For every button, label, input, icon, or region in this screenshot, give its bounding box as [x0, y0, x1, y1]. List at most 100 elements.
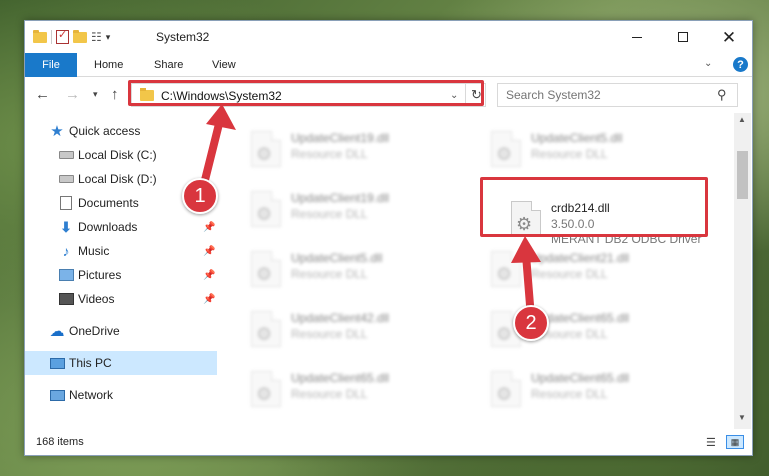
- sidebar-item-this-pc[interactable]: This PC: [25, 351, 217, 375]
- pin-icon[interactable]: 📌: [203, 294, 215, 305]
- file-name: UpdateClient5.dll: [531, 131, 623, 145]
- forward-arrow-icon[interactable]: →: [65, 86, 80, 103]
- recent-locations-chevron-icon[interactable]: ▾: [93, 89, 98, 100]
- sidebar-item-onedrive[interactable]: ☁ OneDrive: [25, 319, 217, 343]
- dll-file-icon: ⚙: [251, 311, 281, 347]
- scrollbar-thumb[interactable]: [737, 151, 748, 199]
- file-type: Resource DLL: [291, 207, 368, 221]
- pin-icon[interactable]: 📌: [203, 270, 215, 281]
- file-name: UpdateClient19.dll: [291, 191, 390, 205]
- sidebar-item-label: Quick access: [69, 124, 141, 138]
- file-type: Resource DLL: [531, 267, 608, 281]
- file-item[interactable]: ⚙ UpdateClient19.dll Resource DLL: [243, 125, 473, 175]
- tab-view[interactable]: View: [212, 53, 236, 77]
- maximize-button[interactable]: [660, 21, 706, 53]
- gear-icon: ⚙: [496, 324, 513, 344]
- search-box[interactable]: ⚲: [497, 83, 738, 107]
- sidebar-item-label: OneDrive: [69, 324, 120, 338]
- close-icon: ✕: [721, 27, 737, 47]
- search-icon[interactable]: ⚲: [717, 87, 727, 103]
- sidebar-item-pictures[interactable]: Pictures 📌: [25, 263, 217, 287]
- dll-file-icon: ⚙: [251, 131, 281, 167]
- document-icon: [58, 196, 74, 210]
- file-type: Resource DLL: [291, 147, 368, 161]
- maximize-icon: [678, 32, 688, 42]
- cloud-icon: ☁: [49, 323, 65, 340]
- file-item[interactable]: ⚙ UpdateClient21.dll Resource DLL: [483, 245, 713, 295]
- file-highlight: [480, 177, 708, 237]
- folder-icon[interactable]: [33, 29, 47, 43]
- pin-icon[interactable]: 📌: [203, 222, 215, 233]
- scroll-up-icon[interactable]: ▲: [738, 115, 746, 124]
- gear-icon: ⚙: [496, 144, 513, 164]
- sidebar-item-downloads[interactable]: ⬇ Downloads 📌: [25, 215, 217, 239]
- large-icons-view-icon[interactable]: ▦: [726, 435, 744, 449]
- sidebar-item-music[interactable]: ♪ Music 📌: [25, 239, 217, 263]
- file-item[interactable]: ⚙ UpdateClient65.dll Resource DLL: [243, 365, 473, 415]
- file-name: UpdateClient42.dll: [291, 311, 390, 325]
- window-title: System32: [156, 30, 210, 44]
- file-name: UpdateClient21.dll: [531, 251, 630, 265]
- rename-icon[interactable]: ☷: [91, 30, 102, 44]
- new-folder-icon[interactable]: [73, 29, 87, 43]
- step-2-callout: 2: [513, 305, 549, 341]
- minimize-icon: [632, 36, 642, 38]
- file-item[interactable]: ⚙ UpdateClient5.dll Resource DLL: [483, 125, 713, 175]
- sidebar-item-quick-access[interactable]: ★ Quick access: [25, 119, 217, 143]
- sidebar-item-label: Downloads: [78, 220, 138, 234]
- gear-icon: ⚙: [256, 204, 273, 224]
- navigation-pane: ★ Quick access Local Disk (C:) Local Dis…: [25, 117, 218, 427]
- tab-home[interactable]: Home: [94, 53, 123, 77]
- dll-file-icon: ⚙: [251, 251, 281, 287]
- expand-ribbon-chevron-icon[interactable]: ⌄: [704, 58, 712, 69]
- back-arrow-icon[interactable]: ←: [35, 86, 50, 103]
- status-bar: 168 items ☰ ▦: [25, 431, 752, 455]
- search-input[interactable]: [506, 87, 706, 103]
- properties-icon[interactable]: [56, 28, 69, 44]
- file-type: Resource DLL: [291, 267, 368, 281]
- up-arrow-icon[interactable]: ↑: [111, 86, 119, 103]
- help-button[interactable]: ?: [733, 57, 748, 72]
- file-type: Resource DLL: [291, 387, 368, 401]
- customize-toolbar-dropdown-icon[interactable]: ▾: [106, 32, 111, 43]
- file-name: UpdateClient65.dll: [291, 371, 390, 385]
- sidebar-item-network[interactable]: Network: [25, 383, 217, 407]
- dll-file-icon: ⚙: [491, 251, 521, 287]
- details-view-icon[interactable]: ☰: [706, 436, 716, 449]
- sidebar-item-local-disk-c[interactable]: Local Disk (C:): [25, 143, 217, 167]
- close-button[interactable]: ✕: [706, 21, 752, 53]
- sidebar-item-label: Music: [78, 244, 110, 258]
- gear-icon: ⚙: [496, 264, 513, 284]
- scroll-down-icon[interactable]: ▼: [738, 413, 746, 422]
- file-type: Resource DLL: [531, 147, 608, 161]
- vertical-scrollbar[interactable]: ▲ ▼: [734, 113, 751, 429]
- file-item[interactable]: ⚙ UpdateClient42.dll Resource DLL: [243, 305, 473, 355]
- file-name: UpdateClient19.dll: [291, 131, 390, 145]
- quick-access-toolbar: ☷ ▾: [33, 28, 111, 45]
- gear-icon: ⚙: [256, 264, 273, 284]
- file-name: UpdateClient5.dll: [291, 251, 383, 265]
- toolbar-separator: [51, 30, 52, 44]
- sidebar-item-label: Documents: [78, 196, 139, 210]
- tab-share[interactable]: Share: [154, 53, 183, 77]
- pictures-icon: [58, 268, 74, 282]
- dll-file-icon: ⚙: [251, 191, 281, 227]
- item-count: 168 items: [36, 436, 84, 448]
- videos-icon: [58, 292, 74, 306]
- file-item[interactable]: ⚙ UpdateClient65.dll Resource DLL: [483, 365, 713, 415]
- file-item[interactable]: ⚙ UpdateClient19.dll Resource DLL: [243, 185, 473, 235]
- tab-file[interactable]: File: [25, 53, 77, 77]
- minimize-button[interactable]: [614, 21, 660, 53]
- gear-icon: ⚙: [256, 144, 273, 164]
- download-icon: ⬇: [60, 218, 72, 235]
- dll-file-icon: ⚙: [491, 131, 521, 167]
- sidebar-item-label: Pictures: [78, 268, 122, 282]
- sidebar-item-label: Local Disk (C:): [78, 148, 157, 162]
- dll-file-icon: ⚙: [491, 371, 521, 407]
- gear-icon: ⚙: [256, 324, 273, 344]
- network-icon: [49, 388, 65, 402]
- pin-icon[interactable]: 📌: [203, 246, 215, 257]
- sidebar-item-label: Videos: [78, 292, 115, 306]
- file-item[interactable]: ⚙ UpdateClient5.dll Resource DLL: [243, 245, 473, 295]
- sidebar-item-videos[interactable]: Videos 📌: [25, 287, 217, 311]
